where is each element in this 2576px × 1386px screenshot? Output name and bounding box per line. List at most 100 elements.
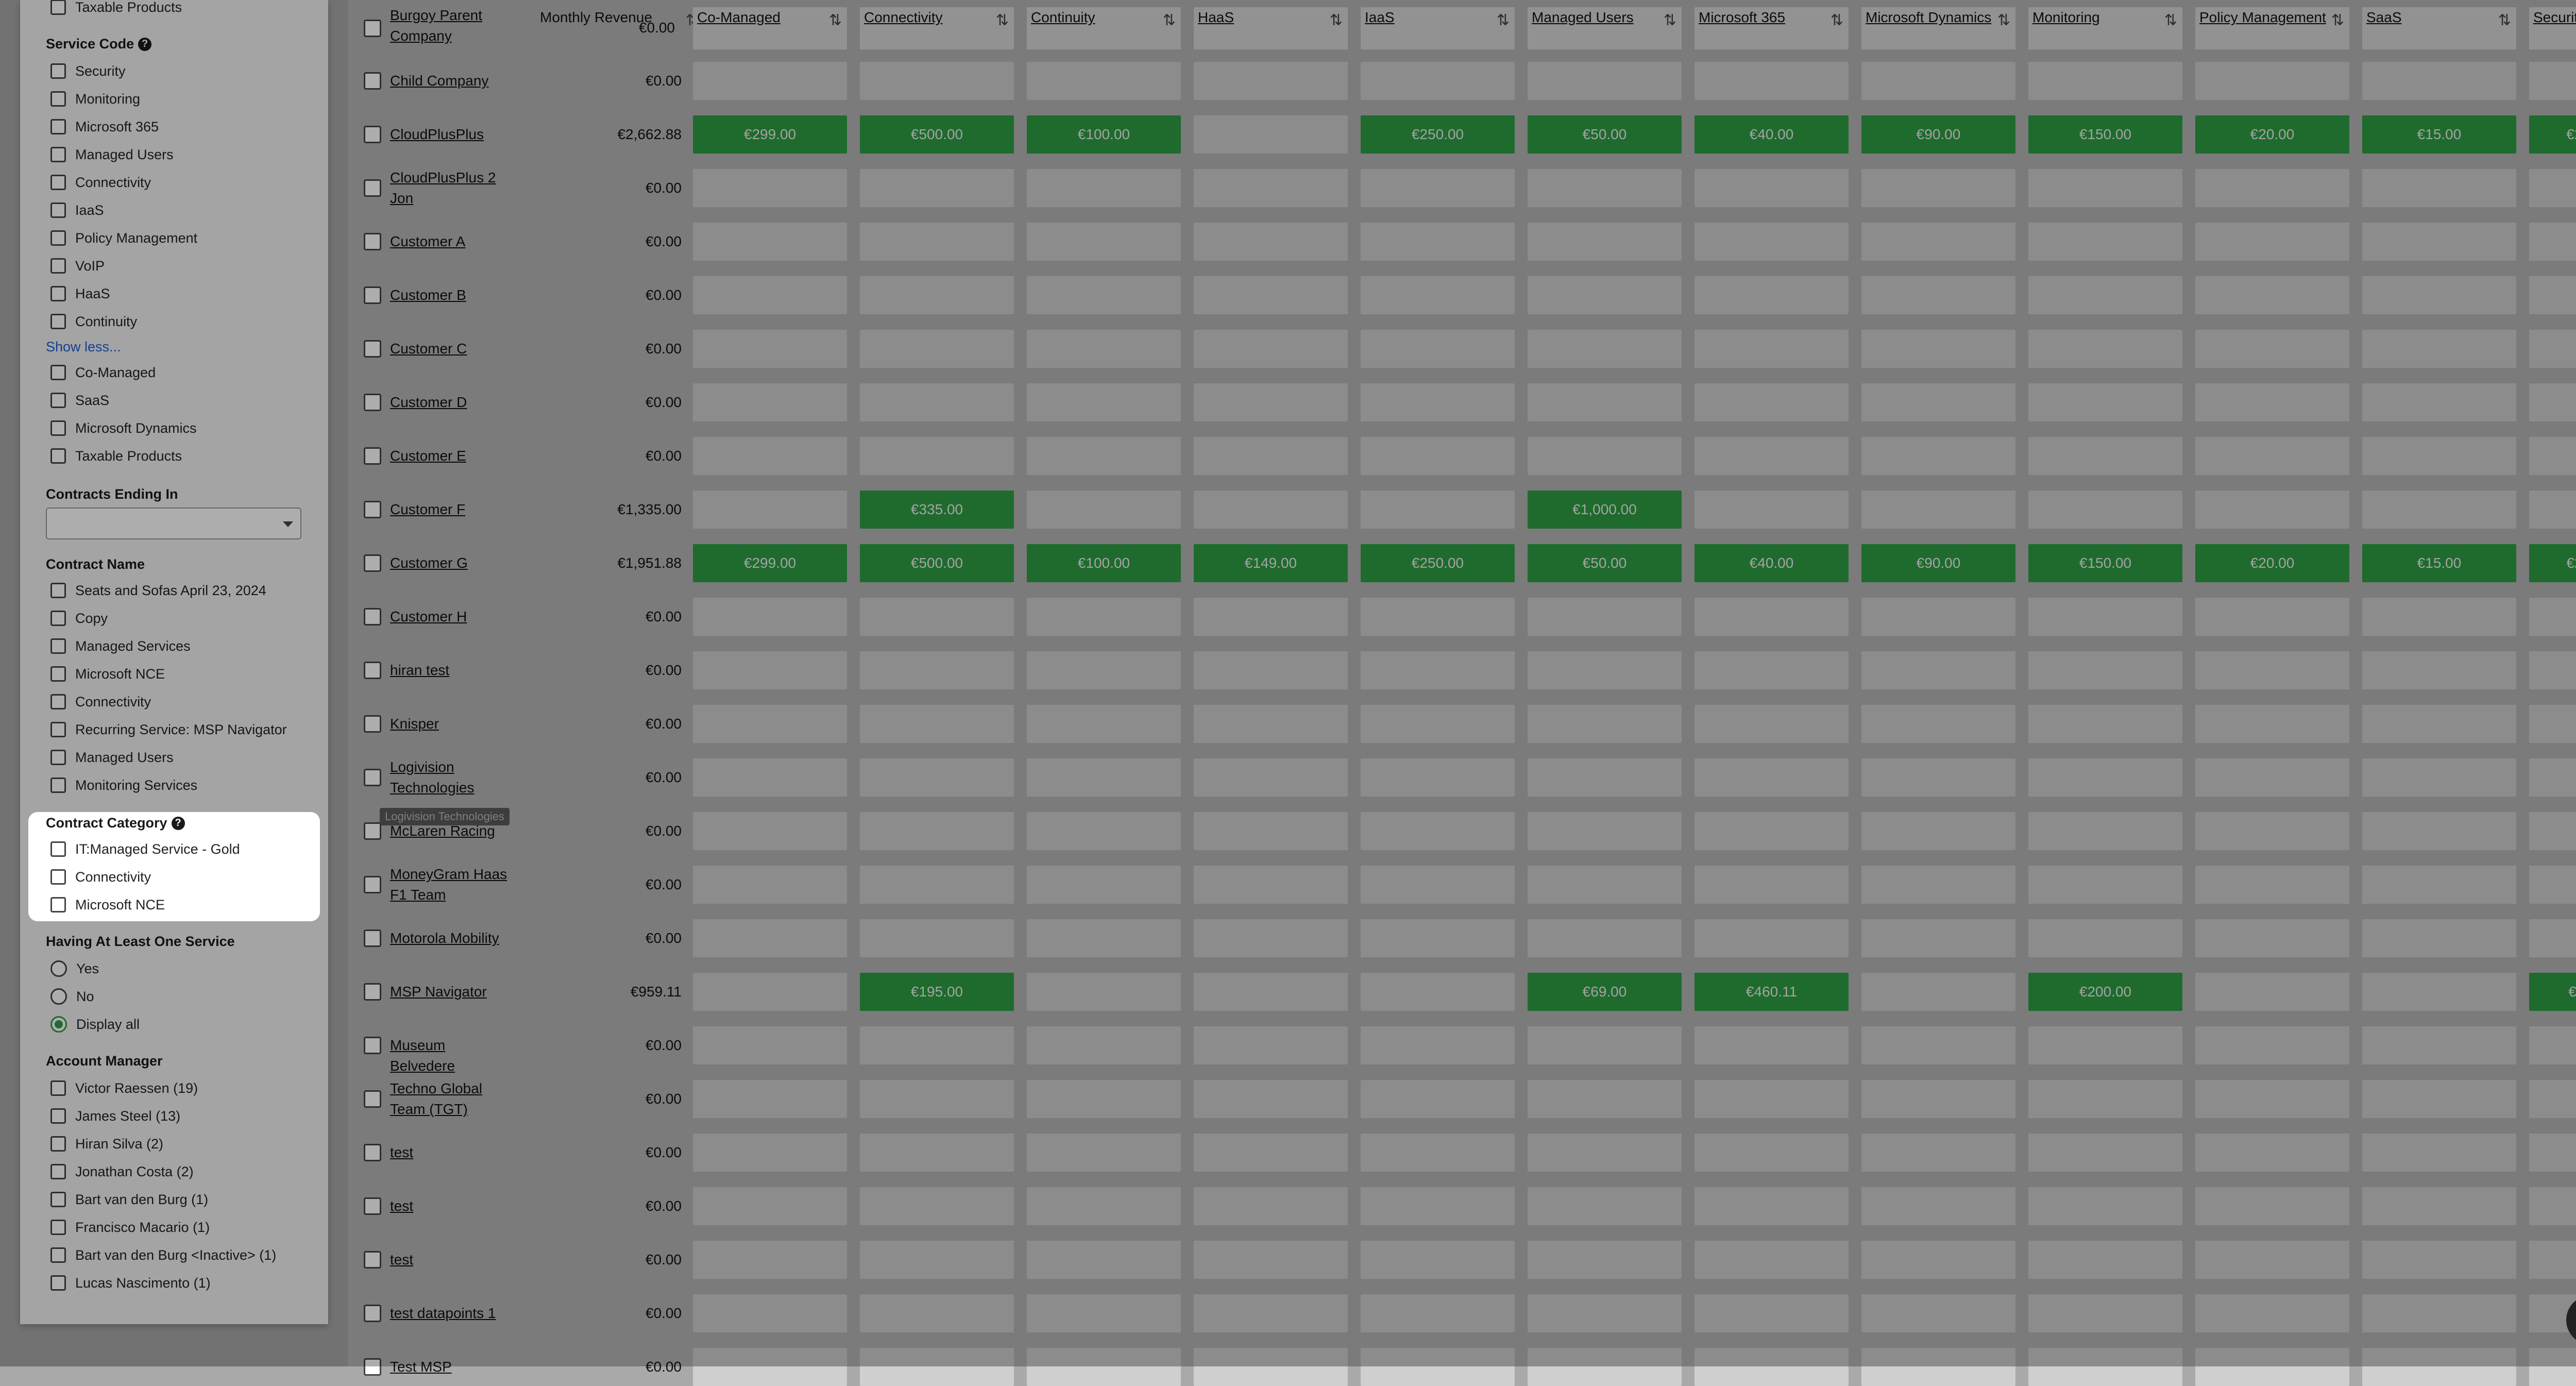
empty-service-cell[interactable] [2529,1241,2576,1279]
empty-service-cell[interactable] [2529,491,2576,529]
filter-account-manager-item[interactable]: Lucas Nascimento (1) [50,1273,211,1293]
radio[interactable] [50,1016,67,1033]
empty-service-cell[interactable] [2529,223,2576,261]
empty-service-cell[interactable] [1861,598,2015,636]
sort-icon[interactable]: ⇅ [829,11,842,29]
empty-service-cell[interactable] [1194,812,1348,850]
empty-service-cell[interactable] [1528,437,1682,475]
empty-service-cell[interactable] [2529,169,2576,207]
row-checkbox[interactable] [364,1090,381,1108]
checkbox[interactable] [50,202,66,218]
service-value-cell[interactable]: €20.00 [2195,544,2349,582]
empty-service-cell[interactable] [2529,330,2576,368]
empty-service-cell[interactable] [1194,1348,1348,1386]
empty-service-cell[interactable] [2362,919,2516,957]
empty-service-cell[interactable] [2195,1187,2349,1225]
empty-service-cell[interactable] [1027,383,1181,421]
row-checkbox[interactable] [364,340,381,358]
empty-service-cell[interactable] [2195,491,2349,529]
customer-name-link[interactable]: Child Company [390,71,509,91]
customer-name-link[interactable]: test [390,1142,509,1163]
empty-service-cell[interactable] [1027,973,1181,1011]
empty-service-cell[interactable] [1861,223,2015,261]
empty-service-cell[interactable] [2529,276,2576,314]
empty-service-cell[interactable] [1027,598,1181,636]
filter-service-code-item[interactable]: Microsoft 365 [50,116,159,137]
filter-service-code-item[interactable]: Microsoft Dynamics [50,418,197,438]
empty-service-cell[interactable] [2362,1241,2516,1279]
empty-service-cell[interactable] [2529,1348,2576,1386]
empty-service-cell[interactable] [1027,1348,1181,1386]
empty-service-cell[interactable] [2529,812,2576,850]
checkbox[interactable] [50,1220,66,1235]
empty-service-cell[interactable] [1694,812,1849,850]
empty-service-cell[interactable] [1528,705,1682,743]
filter-contract-category-item[interactable]: Connectivity [50,867,151,887]
empty-service-cell[interactable] [2362,223,2516,261]
sort-icon[interactable]: ⇅ [1497,11,1510,29]
customer-name-link[interactable]: test [390,1249,509,1270]
sort-icon[interactable]: ⇅ [1831,11,1843,29]
row-checkbox[interactable] [364,20,381,37]
sort-icon[interactable]: ⇅ [2498,11,2511,29]
empty-service-cell[interactable] [2362,973,2516,1011]
empty-service-cell[interactable] [1027,437,1181,475]
empty-service-cell[interactable] [1194,62,1348,100]
help-icon[interactable]: ? [138,37,152,51]
header-managed-users[interactable]: Managed Users ⇅ [1528,7,1682,49]
checkbox[interactable] [50,611,66,626]
checkbox[interactable] [50,869,66,885]
sort-icon[interactable]: ⇅ [2164,11,2177,29]
empty-service-cell[interactable] [1861,169,2015,207]
customer-name-link[interactable]: Customer B [390,285,509,306]
header-continuity[interactable]: Continuity ⇅ [1027,7,1181,49]
filter-service-code-item[interactable]: Co-Managed [50,362,156,383]
row-checkbox[interactable] [364,126,381,143]
filter-service-code-item[interactable]: IaaS [50,200,104,221]
service-value-cell[interactable]: €15.00 [2362,544,2516,582]
empty-service-cell[interactable] [1528,169,1682,207]
empty-service-cell[interactable] [693,1134,847,1172]
empty-service-cell[interactable] [1361,1241,1515,1279]
customer-name-link[interactable]: Test MSP [390,1357,509,1377]
empty-service-cell[interactable] [2362,330,2516,368]
empty-service-cell[interactable] [1361,1187,1515,1225]
empty-service-cell[interactable] [693,973,847,1011]
empty-service-cell[interactable] [1361,1294,1515,1332]
empty-service-cell[interactable] [2028,1294,2182,1332]
sort-icon[interactable]: ⇅ [1330,11,1343,29]
empty-service-cell[interactable] [1861,1026,2015,1064]
empty-service-cell[interactable] [2028,1026,2182,1064]
empty-service-cell[interactable] [1861,1241,2015,1279]
customer-name-link[interactable]: Customer C [390,339,509,359]
empty-service-cell[interactable] [1361,1026,1515,1064]
empty-service-cell[interactable] [2195,1294,2349,1332]
empty-service-cell[interactable] [1694,491,1849,529]
row-checkbox[interactable] [364,1305,381,1322]
empty-service-cell[interactable] [2028,491,2182,529]
row-checkbox[interactable] [364,1251,381,1269]
empty-service-cell[interactable] [693,651,847,689]
empty-service-cell[interactable] [1528,651,1682,689]
filter-contract-name-item[interactable]: Recurring Service: MSP Navigator [50,719,287,740]
empty-service-cell[interactable] [860,1187,1014,1225]
row-checkbox[interactable] [364,662,381,679]
checkbox[interactable] [50,365,66,380]
empty-service-cell[interactable] [2529,1187,2576,1225]
empty-service-cell[interactable] [1861,276,2015,314]
filter-service-code-item[interactable]: Policy Management [50,228,197,248]
checkbox[interactable] [50,119,66,134]
empty-service-cell[interactable] [860,812,1014,850]
empty-service-cell[interactable] [1694,651,1849,689]
checkbox[interactable] [50,777,66,793]
empty-service-cell[interactable] [693,919,847,957]
empty-service-cell[interactable] [1194,437,1348,475]
row-checkbox[interactable] [364,1037,381,1054]
empty-service-cell[interactable] [1027,919,1181,957]
sort-icon[interactable]: ⇅ [2331,11,2344,29]
empty-service-cell[interactable] [860,919,1014,957]
empty-service-cell[interactable] [2028,223,2182,261]
empty-service-cell[interactable] [1694,437,1849,475]
empty-service-cell[interactable] [1861,383,2015,421]
empty-service-cell[interactable] [693,1294,847,1332]
